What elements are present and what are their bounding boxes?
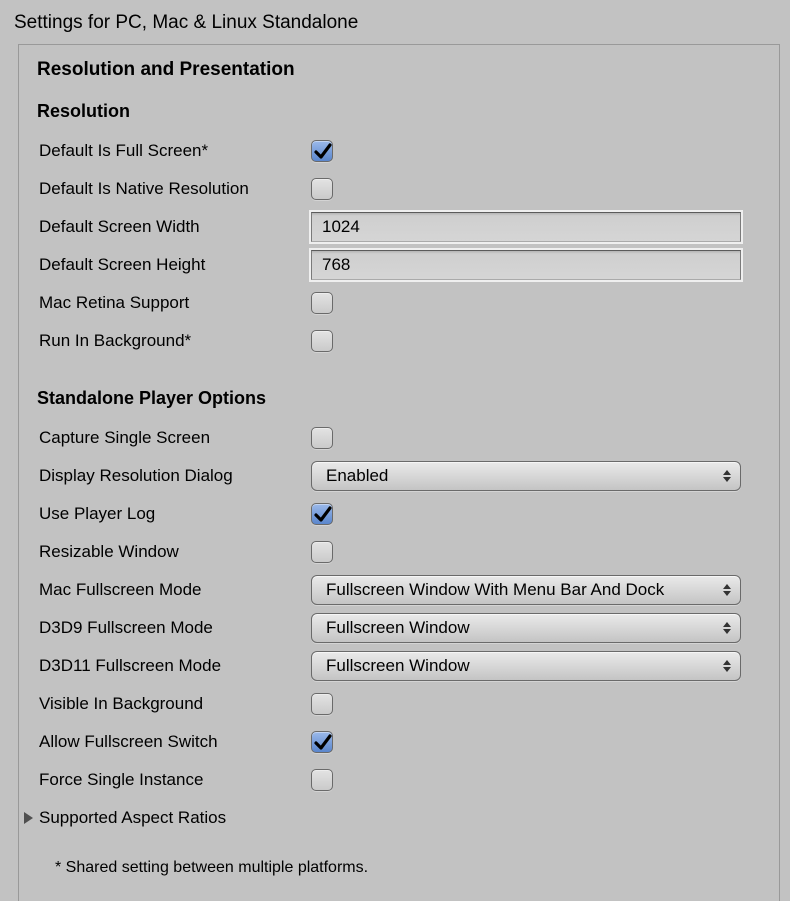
display-dialog-dropdown[interactable]: Enabled	[311, 461, 741, 491]
use-player-log-checkbox[interactable]	[311, 503, 333, 525]
panel-title: Settings for PC, Mac & Linux Standalone	[0, 0, 790, 44]
updown-arrows-icon	[723, 660, 731, 672]
footnote: * Shared setting between multiple platfo…	[37, 859, 769, 877]
d3d9-label: D3D9 Fullscreen Mode	[37, 618, 311, 638]
mac-fullscreen-mode-value: Fullscreen Window With Menu Bar And Dock	[326, 580, 664, 600]
force-single-instance-label: Force Single Instance	[37, 770, 311, 790]
default-fullscreen-label: Default Is Full Screen*	[37, 141, 311, 161]
force-single-instance-checkbox[interactable]	[311, 769, 333, 791]
default-native-checkbox[interactable]	[311, 178, 333, 200]
default-native-label: Default Is Native Resolution	[37, 179, 311, 199]
updown-arrows-icon	[723, 470, 731, 482]
run-in-background-label: Run In Background*	[37, 331, 311, 351]
display-dialog-value: Enabled	[326, 466, 388, 486]
default-width-label: Default Screen Width	[37, 217, 311, 237]
allow-fullscreen-switch-label: Allow Fullscreen Switch	[37, 732, 311, 752]
section-header: Resolution and Presentation	[37, 59, 769, 81]
default-height-input[interactable]	[311, 250, 741, 280]
resolution-heading: Resolution	[37, 101, 769, 122]
mac-retina-checkbox[interactable]	[311, 292, 333, 314]
updown-arrows-icon	[723, 622, 731, 634]
resizable-window-checkbox[interactable]	[311, 541, 333, 563]
d3d9-value: Fullscreen Window	[326, 618, 470, 638]
allow-fullscreen-switch-checkbox[interactable]	[311, 731, 333, 753]
mac-fullscreen-mode-label: Mac Fullscreen Mode	[37, 580, 311, 600]
visible-in-background-checkbox[interactable]	[311, 693, 333, 715]
mac-fullscreen-mode-dropdown[interactable]: Fullscreen Window With Menu Bar And Dock	[311, 575, 741, 605]
aspect-ratios-label: Supported Aspect Ratios	[37, 808, 226, 828]
d3d9-dropdown[interactable]: Fullscreen Window	[311, 613, 741, 643]
default-height-label: Default Screen Height	[37, 255, 311, 275]
player-options-heading: Standalone Player Options	[37, 388, 769, 409]
aspect-ratios-foldout[interactable]: Supported Aspect Ratios	[21, 801, 769, 835]
display-dialog-label: Display Resolution Dialog	[37, 466, 311, 486]
d3d11-label: D3D11 Fullscreen Mode	[37, 656, 311, 676]
default-fullscreen-checkbox[interactable]	[311, 140, 333, 162]
d3d11-value: Fullscreen Window	[326, 656, 470, 676]
resizable-window-label: Resizable Window	[37, 542, 311, 562]
use-player-log-label: Use Player Log	[37, 504, 311, 524]
d3d11-dropdown[interactable]: Fullscreen Window	[311, 651, 741, 681]
run-in-background-checkbox[interactable]	[311, 330, 333, 352]
default-width-input[interactable]	[311, 212, 741, 242]
capture-single-label: Capture Single Screen	[37, 428, 311, 448]
foldout-arrow-icon	[21, 812, 37, 824]
capture-single-checkbox[interactable]	[311, 427, 333, 449]
settings-panel: Resolution and Presentation Resolution D…	[18, 44, 780, 901]
visible-in-background-label: Visible In Background	[37, 694, 311, 714]
updown-arrows-icon	[723, 584, 731, 596]
mac-retina-label: Mac Retina Support	[37, 293, 311, 313]
